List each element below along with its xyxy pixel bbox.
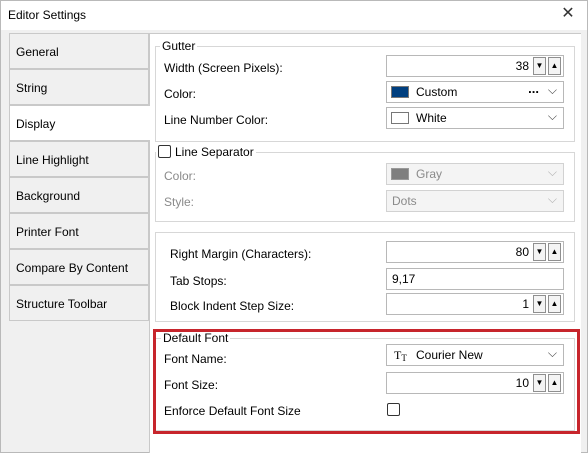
gutter-color-value: Custom — [416, 85, 458, 99]
chevron-down-icon[interactable]: ⌵ — [548, 192, 557, 207]
right-margin-value: 80 — [515, 245, 529, 259]
right-margin-label: Right Margin (Characters): — [170, 247, 312, 261]
color-swatch — [391, 168, 409, 180]
title-bar: Editor Settings ✕ — [1, 1, 587, 30]
tab-label: Printer Font — [16, 225, 79, 239]
line-number-color-label: Line Number Color: — [164, 113, 269, 127]
tab-background[interactable]: Background — [9, 177, 149, 213]
gutter-width-value: 38 — [515, 59, 529, 73]
spin-down-icon[interactable]: ▼ — [533, 243, 546, 261]
tab-display[interactable]: Display — [9, 105, 150, 141]
color-swatch — [391, 112, 409, 124]
line-number-color-select[interactable]: White ⌵ — [386, 107, 564, 129]
tab-general[interactable]: General — [9, 33, 149, 69]
gutter-color-label: Color: — [164, 87, 197, 101]
spin-up-icon[interactable]: ▲ — [548, 57, 561, 75]
tab-printer-font[interactable]: Printer Font — [9, 213, 149, 249]
tab-string[interactable]: String — [9, 69, 149, 105]
tab-label: Compare By Content — [16, 261, 129, 275]
window-title: Editor Settings — [8, 8, 87, 22]
line-separator-checkbox[interactable] — [158, 145, 171, 158]
separator-style-select[interactable]: Dots ⌵ — [386, 190, 564, 212]
chevron-down-icon[interactable]: ⌵ — [548, 165, 557, 180]
spin-up-icon[interactable]: ▲ — [548, 243, 561, 261]
tab-label: Display — [16, 117, 56, 131]
gutter-color-select[interactable]: Custom ... ⌵ — [386, 81, 564, 103]
line-separator-legend: Line Separator — [156, 145, 256, 159]
block-indent-spinner[interactable]: 1 ▼ ▲ — [386, 293, 564, 315]
tab-line-highlight[interactable]: Line Highlight — [9, 141, 149, 177]
more-options-icon[interactable]: ... — [528, 81, 539, 96]
tab-label: Structure Toolbar — [16, 297, 108, 311]
line-number-color-value: White — [416, 111, 447, 125]
line-separator-label: Line Separator — [175, 145, 254, 159]
right-margin-spinner[interactable]: 80 ▼ ▲ — [386, 241, 564, 263]
block-indent-value: 1 — [522, 297, 529, 311]
separator-style-value: Dots — [392, 194, 417, 208]
separator-color-label: Color: — [164, 169, 197, 183]
gutter-legend: Gutter — [160, 39, 198, 53]
tab-compare-by-content[interactable]: Compare By Content — [9, 249, 149, 285]
spin-down-icon[interactable]: ▼ — [533, 57, 546, 75]
separator-style-label: Style: — [164, 195, 195, 209]
default-font-highlight — [153, 329, 580, 434]
gutter-width-label: Width (Screen Pixels): — [164, 61, 283, 75]
tab-stops-value: 9,17 — [392, 272, 416, 286]
tab-structure-toolbar[interactable]: Structure Toolbar — [9, 285, 149, 321]
gutter-width-spinner[interactable]: 38 ▼ ▲ — [386, 55, 564, 77]
tab-label: Line Highlight — [16, 153, 89, 167]
block-indent-label: Block Indent Step Size: — [170, 299, 295, 313]
separator-color-select[interactable]: Gray ⌵ — [386, 163, 564, 185]
color-swatch — [391, 86, 409, 98]
chevron-down-icon[interactable]: ⌵ — [548, 109, 557, 124]
spin-down-icon[interactable]: ▼ — [533, 295, 546, 313]
close-icon[interactable]: ✕ — [559, 5, 577, 23]
editor-settings-window: Editor Settings ✕ General String Display… — [0, 0, 588, 453]
spin-up-icon[interactable]: ▲ — [548, 295, 561, 313]
separator-color-value: Gray — [416, 167, 443, 181]
tab-label: String — [16, 81, 48, 95]
tab-label: Background — [16, 189, 81, 203]
settings-sidebar: General String Display Line Highlight Ba… — [9, 33, 150, 323]
tab-stops-label: Tab Stops: — [170, 274, 227, 288]
tab-label: General — [16, 45, 59, 59]
chevron-down-icon[interactable]: ⌵ — [548, 83, 557, 98]
tab-stops-input[interactable]: 9,17 — [386, 268, 564, 290]
